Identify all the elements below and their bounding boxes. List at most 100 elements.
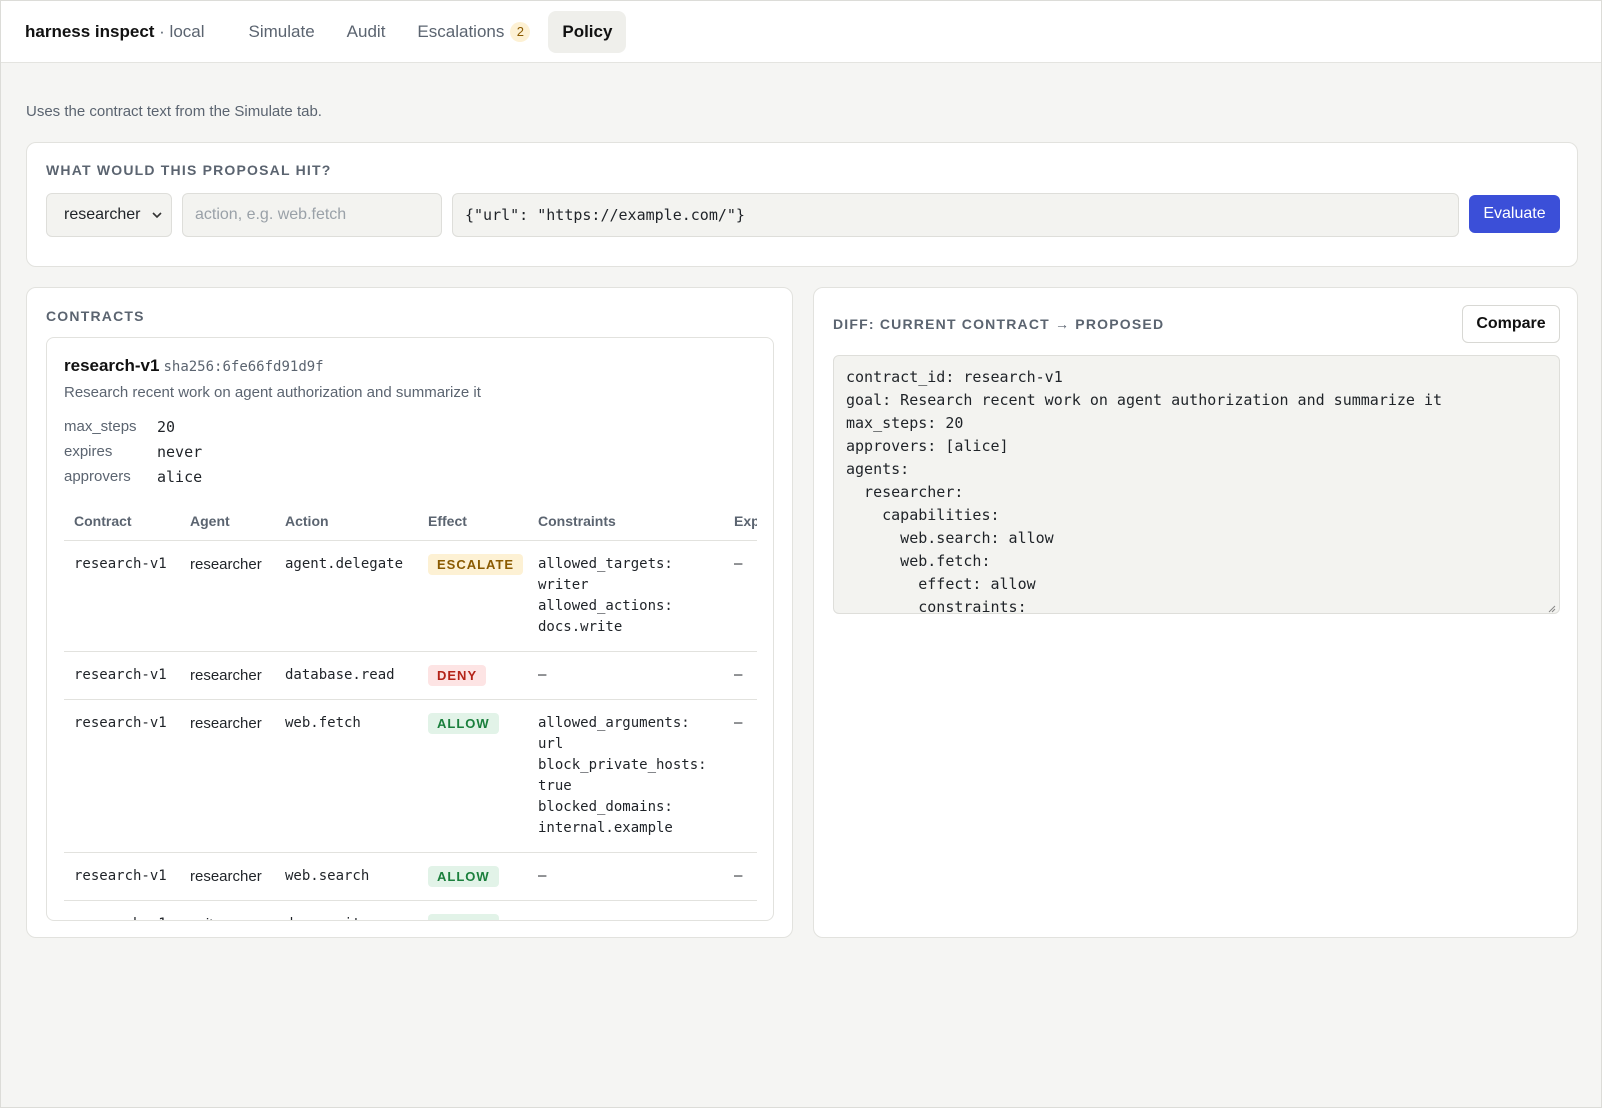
proposed-contract-text: contract_id: research-v1 goal: Research … <box>846 368 1443 614</box>
meta-key: max_steps <box>64 418 137 435</box>
cell-action: web.fetch <box>275 699 418 853</box>
cell-action: agent.delegate <box>275 540 418 652</box>
cell-expires: — <box>724 852 757 901</box>
cell-action: web.search <box>275 852 418 901</box>
capabilities-table-scroll[interactable]: Contract Agent Action Effect Constraints… <box>64 503 757 921</box>
constraint-line: — <box>538 867 547 884</box>
top-bar: harness inspect · local Simulate Audit E… <box>1 1 1601 63</box>
proposed-contract-textarea[interactable]: contract_id: research-v1 goal: Research … <box>833 355 1560 614</box>
constraint-line: allowed_actions: <box>538 597 673 614</box>
meta-value: alice <box>157 468 203 486</box>
agent-select-value: researcher <box>64 206 141 223</box>
cell-agent: researcher <box>180 852 275 901</box>
chevron-down-icon <box>151 205 163 228</box>
tab-label: Policy <box>562 21 613 41</box>
cell-effect: ALLOW <box>418 699 528 853</box>
effect-badge: ESCALATE <box>428 553 524 575</box>
meta-approvers: approvers alice <box>64 468 202 486</box>
constraint-line: — <box>538 914 714 921</box>
cell-agent: researcher <box>180 540 275 652</box>
contracts-title: CONTRACTS <box>46 308 145 324</box>
cell-contract: research-v1 <box>64 852 180 901</box>
contract-card: research-v1 sha256:6fe66fd91d9f Research … <box>46 337 774 921</box>
meta-value: never <box>157 443 203 461</box>
cell-agent: writer <box>180 900 275 920</box>
tab-simulate[interactable]: Simulate <box>235 11 329 53</box>
effect-badge: DENY <box>428 664 487 686</box>
escalations-count-badge: 2 <box>510 21 531 42</box>
table-row: research-v1 researcher web.fetch ALLOW allow… <box>64 699 757 853</box>
cell-contract: research-v1 <box>64 540 180 652</box>
constraint-line: writer <box>538 576 589 593</box>
cell-action: database.read <box>275 651 418 700</box>
cell-expires: — <box>724 540 757 652</box>
constraint-line: allowed_targets: <box>538 555 673 572</box>
contract-id: research-v1 <box>64 356 160 375</box>
cell-expires: — <box>724 651 757 700</box>
cell-constraints: allowed_targets:writer allowed_actions:do… <box>528 540 724 652</box>
cell-contract: research-v1 <box>64 900 180 920</box>
cell-constraints: — <box>528 651 724 700</box>
contracts-panel: CONTRACTS research-v1 sha256:6fe66fd91d9f… <box>26 287 793 938</box>
cell-constraints: allowed_arguments:url block_private_hosts… <box>528 699 724 853</box>
cell-contract: research-v1 <box>64 699 180 853</box>
contract-goal: Research recent work on agent authorizat… <box>64 384 481 401</box>
meta-key: approvers <box>64 468 131 485</box>
table-header-row: Contract Agent Action Effect Constraints… <box>64 503 757 541</box>
proposal-panel: WHAT WOULD THIS PROPOSAL HIT? researcher… <box>26 142 1578 267</box>
constraint-line: docs.write <box>538 618 623 635</box>
resize-handle-icon[interactable] <box>1546 600 1556 613</box>
tab-escalations[interactable]: Escalations 2 <box>403 11 544 53</box>
tab-label: Simulate <box>248 21 315 41</box>
constraint-line: url <box>538 735 564 752</box>
constraint-line: blocked_domains: <box>538 798 673 815</box>
effect-badge: ALLOW <box>428 913 499 920</box>
cell-effect: DENY <box>418 651 528 700</box>
contract-hash: sha256:6fe66fd91d9f <box>163 359 324 375</box>
app-brand: harness inspect · local <box>25 22 205 42</box>
capabilities-table: Contract Agent Action Effect Constraints… <box>64 503 757 921</box>
evaluate-button[interactable]: Evaluate <box>1469 195 1560 233</box>
meta-value: 20 <box>157 418 176 436</box>
column-header-action: Action <box>275 503 418 541</box>
diff-title: DIFF: CURRENT CONTRACT → PROPOSED <box>833 316 1165 332</box>
meta-key: expires <box>64 443 113 460</box>
effect-badge: ALLOW <box>428 865 499 887</box>
tab-policy[interactable]: Policy <box>548 10 627 53</box>
constraint-line: true <box>538 777 572 794</box>
arguments-input-value: {"url": "https://example.com/"} <box>465 206 745 224</box>
tab-label: Audit <box>346 21 386 41</box>
cell-expires: — <box>724 699 757 853</box>
agent-select[interactable]: researcher <box>46 193 172 237</box>
cell-effect: ALLOW <box>418 852 528 901</box>
column-header-constraints: Constraints <box>528 503 724 541</box>
table-row: research-v1 researcher agent.delegate ESCAL… <box>64 540 757 652</box>
table-row: research-v1 researcher web.search ALLOW — — <box>64 852 757 901</box>
column-header-expires: Expires <box>724 503 757 541</box>
constraint-line: block_private_hosts: <box>538 756 707 773</box>
tab-audit[interactable]: Audit <box>333 11 400 53</box>
cell-constraints: — <box>528 900 724 921</box>
diff-panel: DIFF: CURRENT CONTRACT → PROPOSED Compar… <box>813 287 1578 938</box>
tab-label: Escalations <box>417 21 505 41</box>
cell-action: docs.write <box>275 900 418 920</box>
effect-badge: ALLOW <box>428 712 499 734</box>
constraint-line: internal.example <box>538 819 673 836</box>
action-input[interactable]: action, e.g. web.fetch <box>182 193 442 237</box>
intro-text: Uses the contract text from the Simulate… <box>26 103 322 120</box>
table-body: research-v1 researcher agent.delegate ESCAL… <box>64 540 757 921</box>
proposal-title: WHAT WOULD THIS PROPOSAL HIT? <box>46 162 332 178</box>
column-header-effect: Effect <box>418 503 528 541</box>
table-row: research-v1 researcher database.read DENY — — <box>64 651 757 700</box>
column-header-agent: Agent <box>180 503 275 541</box>
action-input-placeholder: action, e.g. web.fetch <box>195 206 347 223</box>
constraint-line: allowed_arguments: <box>538 714 690 731</box>
arguments-input[interactable]: {"url": "https://example.com/"} <box>452 193 1459 237</box>
cell-agent: researcher <box>180 699 275 853</box>
cell-effect: ALLOW <box>418 900 528 920</box>
constraint-line: — <box>538 666 547 683</box>
cell-contract: research-v1 <box>64 651 180 700</box>
cell-agent: researcher <box>180 651 275 700</box>
cell-expires: — <box>724 900 757 920</box>
compare-button[interactable]: Compare <box>1462 305 1560 343</box>
